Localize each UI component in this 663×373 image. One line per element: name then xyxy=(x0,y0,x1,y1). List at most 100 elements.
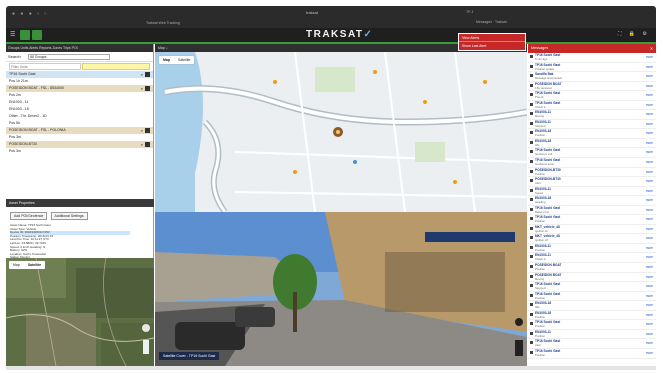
message-item[interactable]: TP16 Sochi Gast Position more xyxy=(528,349,656,359)
message-link[interactable]: more xyxy=(646,189,653,193)
message-link[interactable]: more xyxy=(646,217,653,221)
vehicle-row[interactable]: Pos 2m xyxy=(6,92,153,99)
message-item[interactable]: EN1003-11 Stopped more xyxy=(528,120,656,130)
vehicle-row[interactable]: Other - Thr. Driver2 - 1D xyxy=(6,113,153,120)
message-item[interactable]: POSEIDON BOAT Moving more xyxy=(528,273,656,283)
vehicle-row[interactable]: POSEIDON BOAT - FSL - 8534000 ⌕ xyxy=(6,85,153,92)
message-link[interactable]: more xyxy=(646,332,653,336)
message-item[interactable]: POSEIDON-BT30 Alert more xyxy=(528,177,656,187)
message-link[interactable]: more xyxy=(646,341,653,345)
message-item[interactable]: TP16 Sochi Gast Battery low more xyxy=(528,206,656,216)
locate-icon[interactable] xyxy=(145,86,150,91)
vehicle-row[interactable]: Pos 1h 21m xyxy=(6,78,153,85)
vehicle-row[interactable]: POSEIDON-BT30 ⌕ xyxy=(6,141,153,148)
map-tab[interactable]: Map xyxy=(159,56,174,64)
message-link[interactable]: more xyxy=(646,294,653,298)
message-link[interactable]: more xyxy=(646,284,653,288)
satellite-tab[interactable]: Satellite xyxy=(174,56,194,64)
message-item[interactable]: EN1003-11 Check in more xyxy=(528,253,656,264)
message-link[interactable]: more xyxy=(646,313,653,317)
message-link[interactable]: more xyxy=(646,351,653,355)
locate-icon[interactable] xyxy=(145,142,150,147)
message-link[interactable]: more xyxy=(646,170,653,174)
message-item[interactable]: POSEIDON BOAT Position more xyxy=(528,263,656,273)
popup-item-view-alerts[interactable]: View Alerts xyxy=(459,34,525,41)
message-item[interactable]: TP16 Sochi Gast Position more xyxy=(528,215,656,225)
vehicle-row[interactable]: POSEIDON BOAT - FSL - POLONIA ⌕ xyxy=(6,127,153,134)
message-item[interactable]: TP16 Sochi Gast Geofence enter more xyxy=(528,158,656,168)
close-icon[interactable]: ✕ xyxy=(650,46,653,51)
message-link[interactable]: more xyxy=(646,179,653,183)
vehicle-row[interactable]: TP16 Sochi Gast ⌕ xyxy=(6,71,153,78)
message-link[interactable]: more xyxy=(646,93,653,97)
street-view[interactable]: Satellite Cover - TP16 Sochi Gast xyxy=(155,212,527,366)
message-link[interactable]: more xyxy=(646,150,653,154)
vehicle-row[interactable]: Pos 3m xyxy=(6,134,153,141)
message-link[interactable]: more xyxy=(646,208,653,212)
message-link[interactable]: more xyxy=(646,255,653,259)
add-poi-button[interactable]: Add POI/Geofence xyxy=(10,212,48,220)
message-link[interactable]: more xyxy=(646,84,653,88)
mini-map-tab[interactable]: Map xyxy=(9,261,24,269)
mini-satellite-map[interactable]: Map Satellite xyxy=(6,258,154,366)
message-link[interactable]: more xyxy=(646,227,653,231)
message-item[interactable]: EN1003-18 Position more xyxy=(528,311,656,321)
message-item[interactable]: TP16 Sochi Gast Stopped more xyxy=(528,282,656,292)
message-link[interactable]: more xyxy=(646,275,653,279)
message-item[interactable]: EN1003-11 Moving more xyxy=(528,110,656,120)
message-item[interactable]: POSEIDON-BT30 Position more xyxy=(528,168,656,178)
menu-icon[interactable]: ☰ xyxy=(10,31,15,38)
left-tabs[interactable]: Groups Units Alerts Reports Zones Trips … xyxy=(6,44,153,52)
message-item[interactable]: EN1003-11 Position more xyxy=(528,244,656,254)
message-item[interactable]: Sandlfo Bak Message text preview more xyxy=(528,72,656,82)
message-link[interactable]: more xyxy=(646,246,653,250)
message-item[interactable]: TP16 Sochi Gast Position more xyxy=(528,292,656,302)
message-item[interactable]: EN1003-11 Speed more xyxy=(528,187,656,197)
message-item[interactable]: MKT_vehicle_48 Ignition off more xyxy=(528,234,656,244)
message-item[interactable]: TP16 Sochi Gast Geofence exit more xyxy=(528,148,656,159)
message-link[interactable]: more xyxy=(646,322,653,326)
popup-item-show-last-alert[interactable]: Show Last Alert xyxy=(459,41,525,49)
message-item[interactable]: EN1003-18 Idle more xyxy=(528,301,656,311)
message-link[interactable]: more xyxy=(646,131,653,135)
address-bar[interactable]: traksat xyxy=(306,10,318,15)
browser-tab[interactable]: Traksat Web Tracking xyxy=(146,21,180,25)
additional-settings-button[interactable]: Additional Settings xyxy=(50,212,88,220)
browser-tab-2[interactable]: Messages · Traksat xyxy=(476,20,507,24)
locate-icon[interactable] xyxy=(145,72,150,77)
message-item[interactable]: TP16 Sochi Gast Position update more xyxy=(528,63,656,73)
vehicle-row[interactable]: Pos 3m xyxy=(6,148,153,155)
message-link[interactable]: more xyxy=(646,122,653,126)
message-link[interactable]: more xyxy=(646,65,653,69)
message-link[interactable]: more xyxy=(646,303,653,307)
message-item[interactable]: EN1003-11 Position more xyxy=(528,330,656,340)
settings-icon[interactable] xyxy=(32,30,42,40)
message-item[interactable]: TP16 Sochi Gast Position more xyxy=(528,320,656,330)
search-icon[interactable]: ⌕ xyxy=(141,142,143,147)
message-link[interactable]: more xyxy=(646,198,653,202)
mini-map-type[interactable]: Map Satellite xyxy=(9,261,46,269)
search-icon[interactable]: ⌕ xyxy=(166,46,168,50)
message-item[interactable]: TP16 Sochi Gast Check in more xyxy=(528,101,656,111)
message-item[interactable]: TP16 Sochi Gast Alert more xyxy=(528,339,656,349)
message-link[interactable]: more xyxy=(646,74,653,78)
search-icon[interactable]: ⌕ xyxy=(141,128,143,133)
message-link[interactable]: more xyxy=(646,112,653,116)
message-item[interactable]: EN1003-18 Idle more xyxy=(528,139,656,149)
search-icon[interactable]: ⌕ xyxy=(141,72,143,77)
vehicle-row[interactable]: Pos 5h xyxy=(6,120,153,127)
message-link[interactable]: more xyxy=(646,265,653,269)
window-controls[interactable]: ● ● ● ‹ › xyxy=(12,11,48,17)
message-item[interactable]: POSEIDON BOAT FSL received more xyxy=(528,82,656,92)
message-item[interactable]: TP16 Sochi Gast 5 min ago more xyxy=(528,53,656,63)
message-link[interactable]: more xyxy=(646,236,653,240)
map-icon[interactable] xyxy=(20,30,30,40)
map-type-control[interactable]: Map Satellite xyxy=(159,56,195,64)
message-link[interactable]: more xyxy=(646,160,653,164)
mini-satellite-tab[interactable]: Satellite xyxy=(24,261,45,269)
message-link[interactable]: more xyxy=(646,55,653,59)
header-right-icons[interactable]: ⛶ 🔒 ⚙ xyxy=(618,31,650,37)
group-select[interactable]: All Groups xyxy=(28,54,110,60)
road-map[interactable]: Map Satellite xyxy=(155,52,527,212)
message-item[interactable]: EN1003-18 Position more xyxy=(528,129,656,139)
